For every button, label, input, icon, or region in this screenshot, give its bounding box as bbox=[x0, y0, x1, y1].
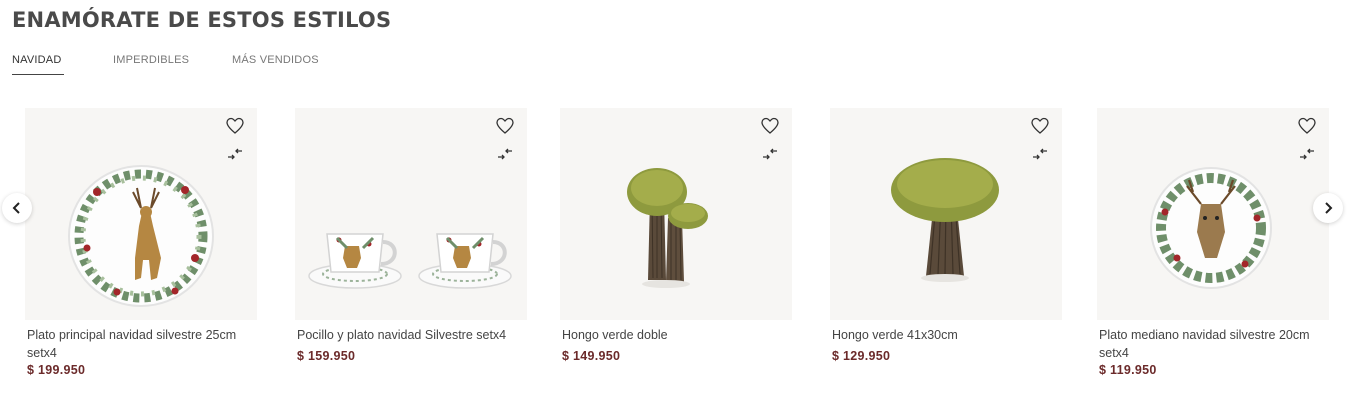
tab-navidad[interactable]: NAVIDAD bbox=[12, 54, 65, 75]
product-price: $ 159.950 bbox=[297, 349, 356, 363]
product-name[interactable]: Plato mediano navidad silvestre 20cm set… bbox=[1099, 326, 1327, 362]
product-name[interactable]: Hongo verde doble bbox=[562, 326, 790, 344]
tab-mas-vendidos[interactable]: MÁS VENDIDOS bbox=[232, 54, 319, 75]
chevron-left-icon bbox=[12, 202, 20, 214]
heart-icon[interactable] bbox=[1030, 116, 1050, 136]
product-card[interactable]: Pocillo y plato navidad Silvestre setx4 … bbox=[295, 108, 527, 398]
tab-imperdibles[interactable]: IMPERDIBLES bbox=[113, 54, 189, 75]
compare-arrows-icon[interactable] bbox=[1032, 148, 1048, 160]
product-price: $ 149.950 bbox=[562, 349, 621, 363]
chevron-right-icon bbox=[1325, 202, 1333, 214]
product-image[interactable] bbox=[25, 108, 257, 320]
heart-icon[interactable] bbox=[495, 116, 515, 136]
section-title: ENAMÓRATE DE ESTOS ESTILOS bbox=[12, 8, 392, 32]
carousel-prev-button[interactable] bbox=[2, 193, 32, 223]
product-name[interactable]: Pocillo y plato navidad Silvestre setx4 bbox=[297, 326, 525, 344]
product-price: $ 199.950 bbox=[27, 363, 86, 377]
product-card[interactable]: Plato principal navidad silvestre 25cm s… bbox=[25, 108, 257, 398]
compare-arrows-icon[interactable] bbox=[227, 148, 243, 160]
heart-icon[interactable] bbox=[225, 116, 245, 136]
product-image[interactable] bbox=[1097, 108, 1329, 320]
product-card[interactable]: Hongo verde 41x30cm $ 129.950 bbox=[830, 108, 1062, 398]
compare-arrows-icon[interactable] bbox=[762, 148, 778, 160]
compare-arrows-icon[interactable] bbox=[497, 148, 513, 160]
product-card[interactable]: Hongo verde doble $ 149.950 bbox=[560, 108, 792, 398]
product-carousel: Plato principal navidad silvestre 25cm s… bbox=[0, 100, 1350, 400]
product-price: $ 129.950 bbox=[832, 349, 891, 363]
compare-arrows-icon[interactable] bbox=[1299, 148, 1315, 160]
product-price: $ 119.950 bbox=[1099, 363, 1157, 377]
heart-icon[interactable] bbox=[1297, 116, 1317, 136]
product-image[interactable] bbox=[295, 108, 527, 320]
product-card[interactable]: Plato mediano navidad silvestre 20cm set… bbox=[1097, 108, 1329, 398]
heart-icon[interactable] bbox=[760, 116, 780, 136]
product-image[interactable] bbox=[830, 108, 1062, 320]
product-name[interactable]: Plato principal navidad silvestre 25cm s… bbox=[27, 326, 255, 362]
product-image[interactable] bbox=[560, 108, 792, 320]
carousel-next-button[interactable] bbox=[1313, 193, 1343, 223]
product-name[interactable]: Hongo verde 41x30cm bbox=[832, 326, 1060, 344]
